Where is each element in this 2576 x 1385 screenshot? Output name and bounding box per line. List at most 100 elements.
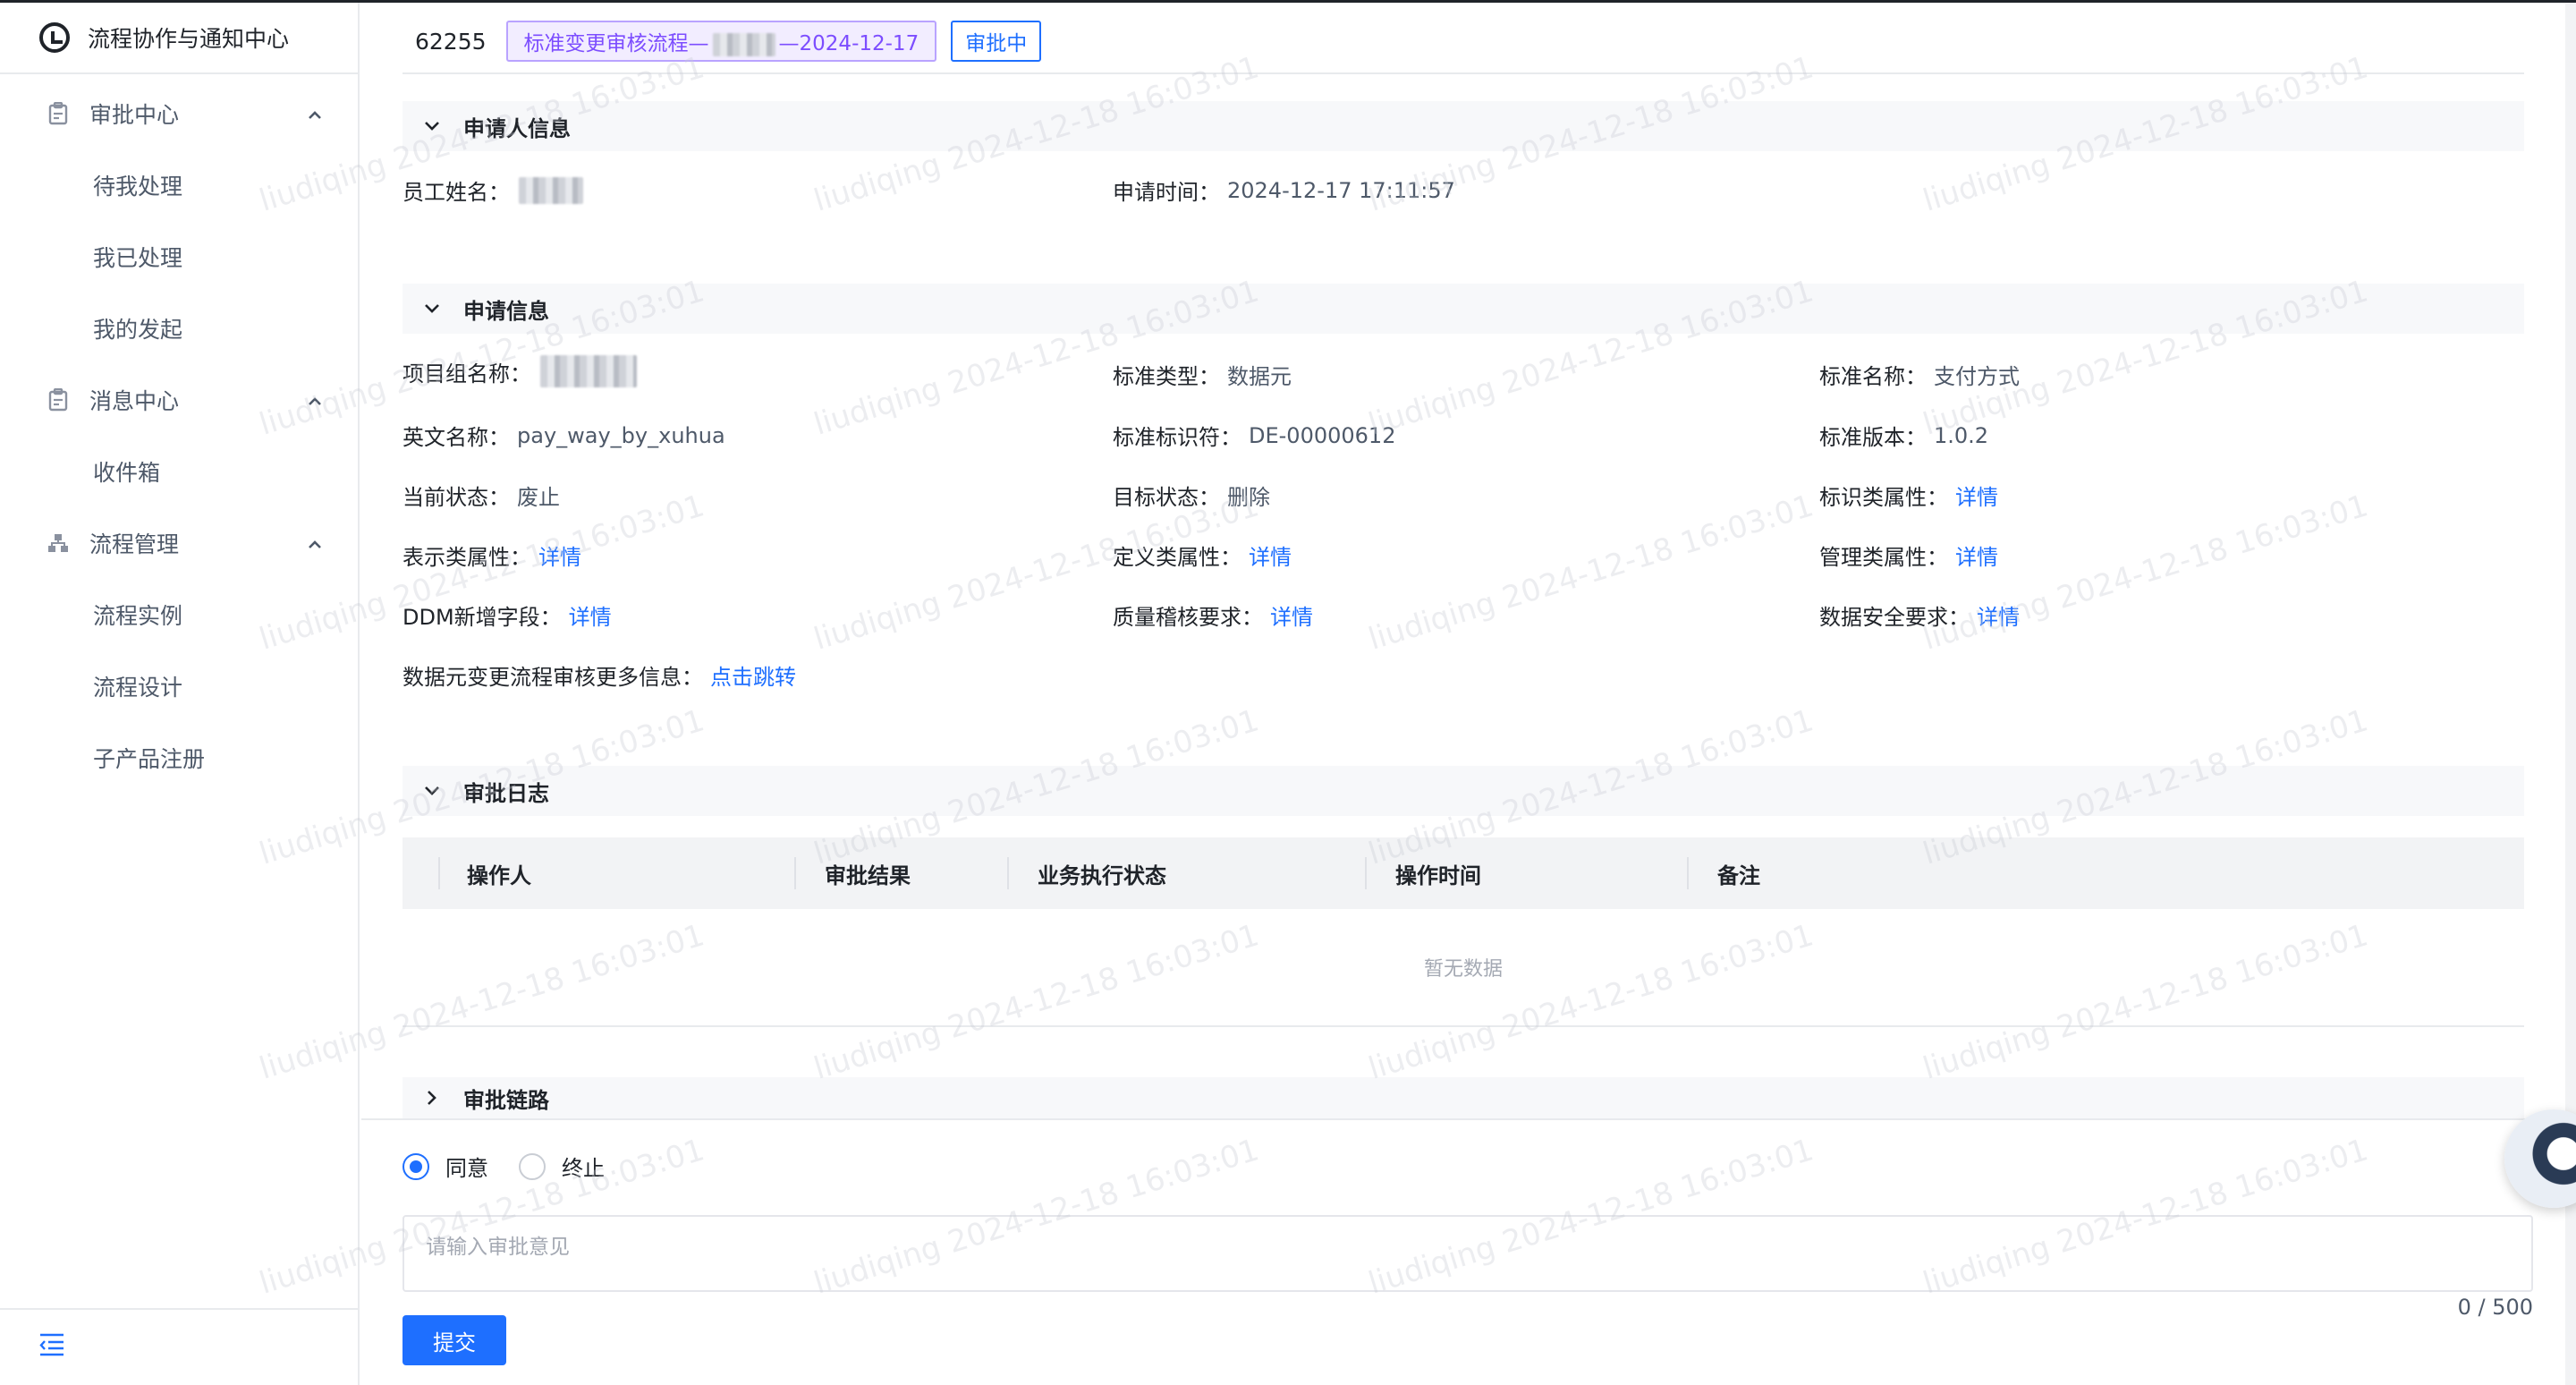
field-label: 质量稽核要求： <box>1113 605 1263 630</box>
menu-item-initiated[interactable]: 我的发起 <box>0 293 358 364</box>
field-label: 标准类型： <box>1113 364 1220 389</box>
detail-link[interactable]: 详情 <box>1249 540 1292 571</box>
menu-item-pending[interactable]: 待我处理 <box>0 149 358 221</box>
field-display-attr: 表示类属性： 详情 <box>402 540 581 571</box>
approval-opinion-input[interactable] <box>402 1215 2533 1292</box>
char-counter: 0 / 500 <box>2457 1295 2533 1320</box>
menu-group-label: 流程管理 <box>89 531 180 557</box>
main-content: 62255 标准变更审核流程— —2024-12-17 审批中 申请人信息 员工姓… <box>361 3 2576 1385</box>
flow-name-suffix: —2024-12-17 <box>778 32 919 55</box>
field-value: 1.0.2 <box>1934 422 1989 448</box>
menu-item-subproduct-register[interactable]: 子产品注册 <box>0 722 358 794</box>
field-value: pay_way_by_xuhua <box>517 422 725 448</box>
detail-link[interactable]: 详情 <box>1270 599 1313 631</box>
column-divider <box>1365 857 1367 889</box>
field-data-security: 数据安全要求： 详情 <box>1819 599 2020 631</box>
jump-link[interactable]: 点击跳转 <box>710 659 796 691</box>
ticket-number: 62255 <box>415 28 487 55</box>
field-label: 申请时间： <box>1113 180 1220 205</box>
header-divider <box>402 72 2524 74</box>
field-label: 标准名称： <box>1819 364 1927 389</box>
section-request-toggle[interactable]: 申请信息 <box>402 284 2524 334</box>
detail-link[interactable]: 详情 <box>1955 480 1998 511</box>
field-english-name: 英文名称： pay_way_by_xuhua <box>402 420 725 451</box>
radio-unchecked-icon <box>519 1152 546 1180</box>
section-title: 审批日志 <box>463 780 549 806</box>
detail-link[interactable]: 详情 <box>1955 540 1998 571</box>
field-label: 数据安全要求： <box>1819 605 1970 630</box>
field-value: 数据元 <box>1227 364 1292 389</box>
field-ddm-new-fields: DDM新增字段： 详情 <box>402 599 612 631</box>
sidebar-menu: 审批中心 待我处理 我已处理 我的发起 消息中心 收件箱 流程管理 流程实例 流… <box>0 74 358 794</box>
field-label: 英文名称： <box>402 425 510 450</box>
brand-logo-icon <box>39 22 70 53</box>
column-divider <box>1007 857 1009 889</box>
section-log-toggle[interactable]: 审批日志 <box>402 766 2524 816</box>
column-divider <box>1687 857 1689 889</box>
radio-checked-icon <box>402 1152 429 1180</box>
field-employee-name: 员工姓名： <box>402 174 583 206</box>
field-label: 标准版本： <box>1819 425 1927 450</box>
sidebar: 流程协作与通知中心 审批中心 待我处理 我已处理 我的发起 消息中心 收件箱 流… <box>0 3 360 1385</box>
field-quality-audit: 质量稽核要求： 详情 <box>1113 599 1313 631</box>
radio-label: 同意 <box>445 1156 488 1181</box>
field-label: 标识类属性： <box>1819 485 1948 510</box>
field-label: 数据元变更流程审核更多信息： <box>402 665 703 690</box>
field-apply-time: 申请时间： 2024-12-17 17:11:57 <box>1113 174 1455 206</box>
empty-state-text: 暂无数据 <box>1423 958 1503 981</box>
field-standard-id: 标准标识符： DE-00000612 <box>1113 420 1395 451</box>
radio-label: 终止 <box>562 1156 605 1181</box>
brand-header[interactable]: 流程协作与通知中心 <box>0 3 358 74</box>
menu-item-process-instance[interactable]: 流程实例 <box>0 579 358 650</box>
detail-link[interactable]: 详情 <box>1977 599 2020 631</box>
field-more-info: 数据元变更流程审核更多信息： 点击跳转 <box>402 659 796 691</box>
section-applicant-toggle[interactable]: 申请人信息 <box>402 101 2524 151</box>
radio-terminate[interactable]: 终止 <box>519 1151 605 1182</box>
redacted-text <box>540 355 637 387</box>
column-divider <box>438 857 440 889</box>
menu-item-processed[interactable]: 我已处理 <box>0 221 358 293</box>
menu-group-process-management[interactable]: 流程管理 <box>0 507 358 579</box>
field-label: 标准标识符： <box>1113 425 1241 450</box>
field-current-status: 当前状态： 废止 <box>402 480 560 511</box>
field-management-attr: 管理类属性： 详情 <box>1819 540 1998 571</box>
field-standard-version: 标准版本： 1.0.2 <box>1819 420 1988 451</box>
chevron-down-icon <box>422 299 442 319</box>
detail-link[interactable]: 详情 <box>569 599 612 631</box>
menu-group-label: 消息中心 <box>89 388 180 414</box>
field-value: 2024-12-17 17:11:57 <box>1227 177 1455 203</box>
status-badge: 审批中 <box>951 21 1042 62</box>
chevron-down-icon <box>422 781 442 801</box>
sidebar-collapse-button[interactable] <box>0 1308 358 1385</box>
clipboard-icon <box>47 388 70 412</box>
ticket-header: 62255 标准变更审核流程— —2024-12-17 审批中 <box>415 21 1042 62</box>
floating-assistant-icon[interactable] <box>2504 1109 2576 1208</box>
org-chart-icon <box>47 531 70 555</box>
field-label: DDM新增字段： <box>402 605 562 630</box>
menu-group-approval-center[interactable]: 审批中心 <box>0 78 358 149</box>
detail-link[interactable]: 详情 <box>538 540 581 571</box>
field-label: 当前状态： <box>402 485 510 510</box>
menu-item-process-design[interactable]: 流程设计 <box>0 650 358 722</box>
field-standard-type: 标准类型： 数据元 <box>1113 359 1292 390</box>
chevron-up-icon <box>306 391 324 409</box>
brand-title: 流程协作与通知中心 <box>88 26 290 52</box>
chevron-up-icon <box>306 105 324 123</box>
field-value: 废止 <box>517 485 560 510</box>
action-divider <box>361 1118 2565 1120</box>
log-table-header: 操作人 审批结果 业务执行状态 操作时间 备注 <box>402 837 2524 909</box>
field-definition-attr: 定义类属性： 详情 <box>1113 540 1292 571</box>
radio-agree[interactable]: 同意 <box>402 1151 488 1182</box>
field-label: 管理类属性： <box>1819 545 1948 570</box>
menu-item-inbox[interactable]: 收件箱 <box>0 436 358 507</box>
field-label: 目标状态： <box>1113 485 1220 510</box>
flow-name-prefix: 标准变更审核流程— <box>523 32 709 55</box>
section-title: 审批链路 <box>463 1087 549 1113</box>
field-label: 表示类属性： <box>402 545 531 570</box>
menu-group-message-center[interactable]: 消息中心 <box>0 364 358 436</box>
clipboard-icon <box>47 102 70 125</box>
field-identification-attr: 标识类属性： 详情 <box>1819 480 1998 511</box>
section-chain-toggle[interactable]: 审批链路 <box>402 1077 2524 1118</box>
submit-button[interactable]: 提交 <box>402 1315 506 1365</box>
redacted-text <box>519 176 583 204</box>
